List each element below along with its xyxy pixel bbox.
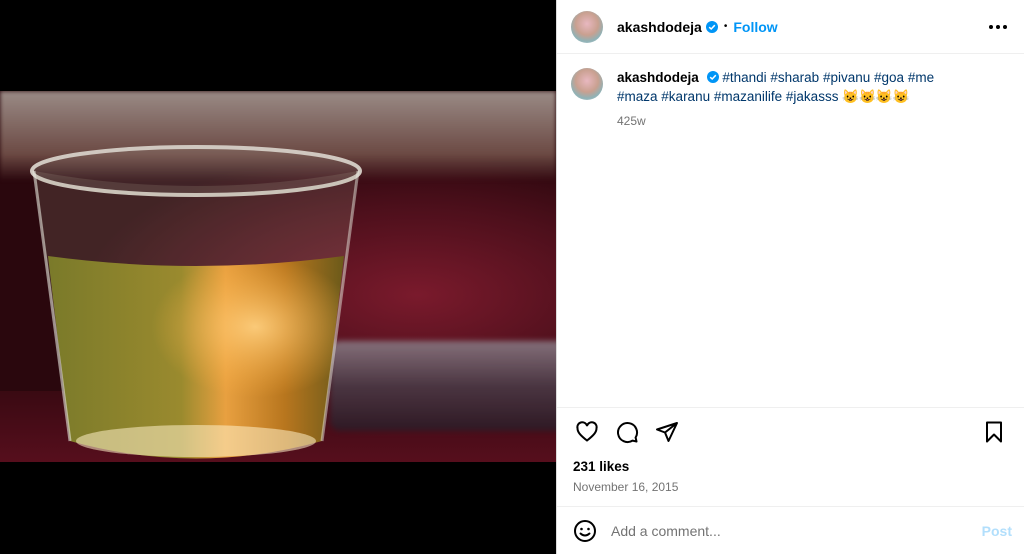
post-date: November 16, 2015: [573, 480, 679, 494]
hashtag[interactable]: #karanu: [661, 89, 710, 104]
hashtag[interactable]: #jakasss: [786, 89, 839, 104]
author-username[interactable]: akashdodeja: [617, 19, 702, 35]
hashtag[interactable]: #thandi: [722, 70, 766, 85]
comment-box: Add a comment... Post: [557, 506, 1024, 554]
hashtag[interactable]: #mazanilife: [714, 89, 782, 104]
caption-body: akashdodeja #thandi #sharab #pivanu #goa…: [617, 68, 977, 407]
hashtag[interactable]: #me: [908, 70, 934, 85]
likes-count[interactable]: 231 likes: [557, 455, 1024, 474]
hashtag[interactable]: #maza: [617, 89, 658, 104]
instagram-post: akashdodeja • Follow akashdodeja #thandi…: [0, 0, 1024, 554]
hashtag[interactable]: #goa: [874, 70, 904, 85]
comment-input[interactable]: Add a comment...: [611, 523, 982, 539]
post-comment-button[interactable]: Post: [982, 523, 1012, 539]
like-heart-icon[interactable]: [567, 412, 607, 452]
share-icon[interactable]: [647, 412, 687, 452]
bookmark-icon[interactable]: [974, 412, 1014, 452]
caption-text: akashdodeja #thandi #sharab #pivanu #goa…: [617, 68, 977, 106]
hashtag[interactable]: #sharab: [770, 70, 819, 85]
photo-tray: [330, 341, 556, 431]
more-options-icon[interactable]: [986, 15, 1010, 39]
verified-icon: [705, 20, 718, 33]
caption-area: akashdodeja #thandi #sharab #pivanu #goa…: [557, 54, 1024, 407]
caption-age[interactable]: 425w: [617, 114, 977, 128]
post-sidebar: akashdodeja • Follow akashdodeja #thandi…: [556, 0, 1024, 554]
post-media[interactable]: [0, 0, 556, 554]
glass-drawing: [30, 145, 362, 459]
caption-avatar[interactable]: [571, 68, 603, 100]
hashtag[interactable]: #pivanu: [823, 70, 870, 85]
post-photo[interactable]: [0, 91, 556, 462]
follow-button[interactable]: Follow: [733, 19, 777, 35]
verified-icon: [706, 71, 719, 83]
avatar[interactable]: [571, 10, 603, 43]
action-bar: [557, 407, 1024, 455]
separator-dot: •: [723, 21, 728, 32]
post-header: akashdodeja • Follow: [557, 0, 1024, 54]
comment-icon[interactable]: [607, 412, 647, 452]
caption-username[interactable]: akashdodeja: [617, 70, 699, 85]
caption-emoji: 😺😺😺😺: [842, 89, 910, 104]
emoji-icon[interactable]: [569, 515, 601, 547]
